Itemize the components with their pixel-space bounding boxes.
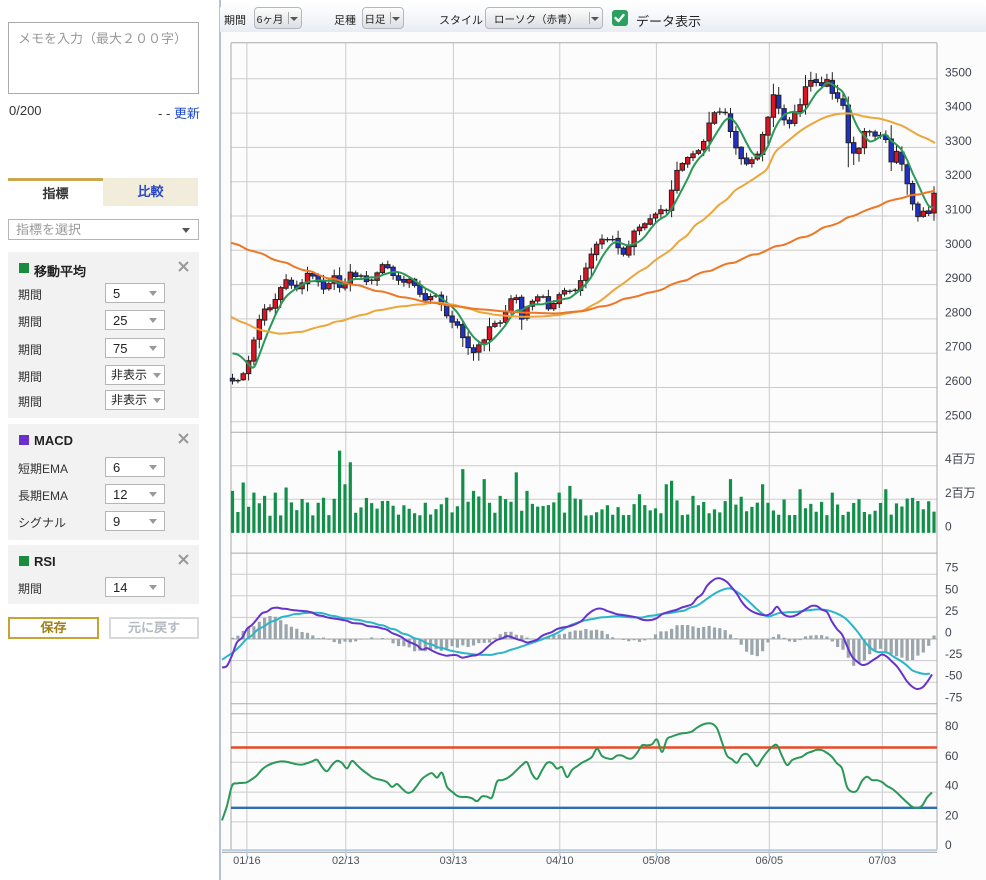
svg-text:2百万: 2百万: [945, 486, 976, 500]
svg-text:2600: 2600: [945, 374, 972, 388]
svg-text:20: 20: [945, 808, 959, 822]
svg-text:01/16: 01/16: [233, 855, 261, 867]
svg-text:3000: 3000: [945, 237, 972, 251]
svg-text:2500: 2500: [945, 408, 972, 422]
svg-text:75: 75: [945, 561, 959, 575]
svg-text:4百万: 4百万: [945, 452, 976, 466]
svg-text:2800: 2800: [945, 305, 972, 319]
svg-text:07/03: 07/03: [869, 855, 897, 867]
svg-text:-50: -50: [945, 669, 963, 683]
svg-text:2700: 2700: [945, 340, 972, 354]
svg-text:0: 0: [945, 519, 952, 533]
svg-text:3300: 3300: [945, 134, 972, 148]
svg-text:04/10: 04/10: [546, 855, 574, 867]
svg-text:50: 50: [945, 582, 959, 596]
svg-text:40: 40: [945, 779, 959, 793]
svg-text:60: 60: [945, 749, 959, 763]
svg-text:0: 0: [945, 626, 952, 640]
svg-text:3400: 3400: [945, 100, 972, 114]
svg-text:25: 25: [945, 604, 959, 618]
svg-text:02/13: 02/13: [332, 855, 360, 867]
svg-text:80: 80: [945, 719, 959, 733]
svg-text:03/13: 03/13: [440, 855, 468, 867]
svg-text:2900: 2900: [945, 271, 972, 285]
svg-text:-75: -75: [945, 690, 963, 704]
svg-text:3500: 3500: [945, 65, 972, 79]
svg-text:-25: -25: [945, 647, 963, 661]
svg-text:0: 0: [945, 838, 952, 852]
svg-text:3200: 3200: [945, 168, 972, 182]
svg-text:3100: 3100: [945, 203, 972, 217]
svg-text:06/05: 06/05: [756, 855, 784, 867]
svg-text:05/08: 05/08: [643, 855, 671, 867]
